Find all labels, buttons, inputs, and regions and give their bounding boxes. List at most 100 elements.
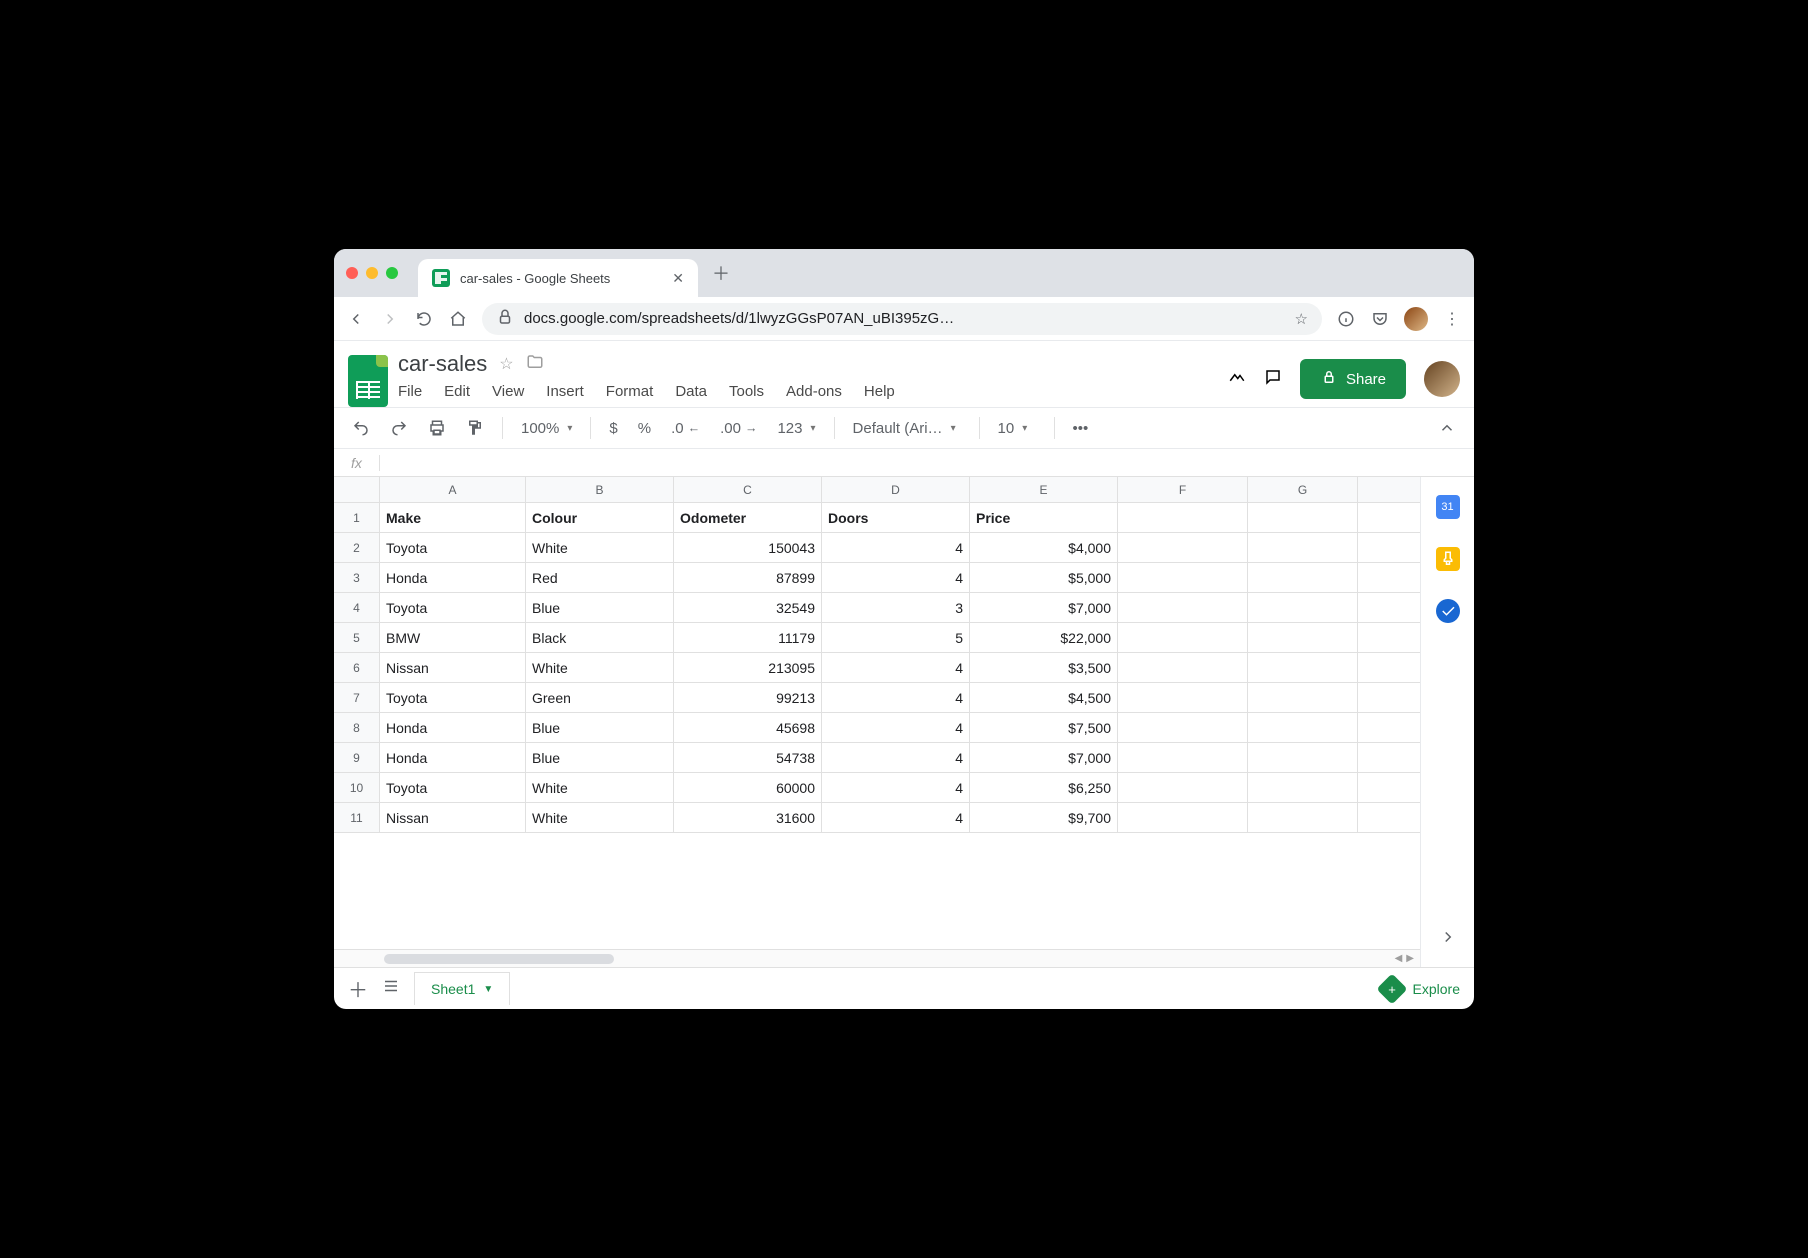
cell[interactable]: Blue [526, 743, 674, 772]
row-header[interactable]: 1 [334, 503, 380, 532]
cell[interactable] [1248, 683, 1358, 712]
star-doc-icon[interactable]: ☆ [499, 354, 513, 374]
profile-avatar[interactable] [1404, 307, 1428, 331]
cell[interactable]: 5 [822, 623, 970, 652]
cell[interactable]: BMW [380, 623, 526, 652]
col-header-d[interactable]: D [822, 477, 970, 502]
reload-button[interactable] [414, 309, 434, 329]
cell[interactable]: Price [970, 503, 1118, 532]
activity-icon[interactable] [1228, 368, 1246, 391]
cell[interactable]: Green [526, 683, 674, 712]
cell[interactable]: 4 [822, 743, 970, 772]
cell[interactable]: 4 [822, 773, 970, 802]
menu-tools[interactable]: Tools [729, 383, 764, 400]
print-button[interactable] [422, 415, 452, 441]
more-toolbar-button[interactable]: ••• [1067, 416, 1095, 441]
scrollbar-thumb[interactable] [384, 954, 614, 964]
cell[interactable]: Colour [526, 503, 674, 532]
row-header[interactable]: 11 [334, 803, 380, 832]
scroll-arrows[interactable]: ◀▶ [1395, 953, 1420, 964]
col-header-b[interactable]: B [526, 477, 674, 502]
pocket-icon[interactable] [1370, 309, 1390, 329]
cell[interactable]: 11179 [674, 623, 822, 652]
decrease-decimal-button[interactable]: .0← [665, 416, 706, 441]
menu-file[interactable]: File [398, 383, 422, 400]
comments-icon[interactable] [1264, 368, 1282, 391]
cell[interactable] [1248, 803, 1358, 832]
home-button[interactable] [448, 309, 468, 329]
cell[interactable]: $7,000 [970, 743, 1118, 772]
forward-button[interactable] [380, 309, 400, 329]
close-tab-button[interactable]: ✕ [672, 270, 684, 287]
undo-button[interactable] [346, 415, 376, 441]
increase-decimal-button[interactable]: .00→ [714, 416, 763, 441]
cell[interactable] [1118, 653, 1248, 682]
cell[interactable]: 87899 [674, 563, 822, 592]
move-folder-icon[interactable] [526, 353, 544, 376]
add-sheet-button[interactable]: ＋ [348, 974, 368, 1003]
row-header[interactable]: 4 [334, 593, 380, 622]
share-button[interactable]: Share [1300, 359, 1406, 399]
cell[interactable]: 4 [822, 533, 970, 562]
doc-title[interactable]: car-sales [398, 351, 487, 377]
col-header-c[interactable]: C [674, 477, 822, 502]
cell[interactable]: 4 [822, 713, 970, 742]
row-header[interactable]: 2 [334, 533, 380, 562]
cell[interactable] [1118, 623, 1248, 652]
format-percent-button[interactable]: % [632, 416, 657, 441]
cell[interactable]: 60000 [674, 773, 822, 802]
row-header[interactable]: 3 [334, 563, 380, 592]
cell[interactable]: $7,500 [970, 713, 1118, 742]
cell[interactable] [1248, 503, 1358, 532]
cell[interactable]: Toyota [380, 773, 526, 802]
cell[interactable]: Doors [822, 503, 970, 532]
cell[interactable] [1118, 743, 1248, 772]
col-header-g[interactable]: G [1248, 477, 1358, 502]
row-header[interactable]: 9 [334, 743, 380, 772]
minimize-window-button[interactable] [366, 267, 378, 279]
horizontal-scrollbar[interactable]: ◀▶ [334, 949, 1420, 967]
cell[interactable]: 99213 [674, 683, 822, 712]
cell[interactable]: White [526, 803, 674, 832]
cell[interactable] [1248, 743, 1358, 772]
row-header[interactable]: 6 [334, 653, 380, 682]
cell[interactable]: Nissan [380, 803, 526, 832]
cell[interactable]: $9,700 [970, 803, 1118, 832]
cell[interactable]: Toyota [380, 533, 526, 562]
redo-button[interactable] [384, 415, 414, 441]
cell[interactable] [1118, 713, 1248, 742]
cell[interactable] [1248, 563, 1358, 592]
sheets-logo-icon[interactable] [348, 355, 388, 407]
cell[interactable] [1118, 533, 1248, 562]
close-window-button[interactable] [346, 267, 358, 279]
cell[interactable] [1118, 503, 1248, 532]
cell[interactable]: $22,000 [970, 623, 1118, 652]
zoom-selector[interactable]: 100% [515, 416, 578, 441]
cell[interactable]: White [526, 773, 674, 802]
cell[interactable]: 54738 [674, 743, 822, 772]
cell[interactable] [1248, 533, 1358, 562]
show-side-panel-button[interactable] [1439, 928, 1457, 951]
menu-format[interactable]: Format [606, 383, 654, 400]
cell[interactable]: Black [526, 623, 674, 652]
cell[interactable]: Red [526, 563, 674, 592]
row-header[interactable]: 7 [334, 683, 380, 712]
account-avatar[interactable] [1424, 361, 1460, 397]
menu-insert[interactable]: Insert [546, 383, 584, 400]
cell[interactable]: Blue [526, 713, 674, 742]
col-header-e[interactable]: E [970, 477, 1118, 502]
cell[interactable] [1248, 773, 1358, 802]
cell[interactable]: Toyota [380, 683, 526, 712]
new-tab-button[interactable]: ＋ [712, 260, 730, 286]
cell[interactable]: 4 [822, 803, 970, 832]
collapse-toolbar-button[interactable] [1432, 415, 1462, 441]
cell[interactable]: 213095 [674, 653, 822, 682]
format-currency-button[interactable]: $ [603, 416, 623, 441]
cell[interactable] [1118, 773, 1248, 802]
back-button[interactable] [346, 309, 366, 329]
menu-help[interactable]: Help [864, 383, 895, 400]
cell[interactable] [1248, 653, 1358, 682]
more-formats-button[interactable]: 123 [771, 416, 821, 441]
row-header[interactable]: 5 [334, 623, 380, 652]
all-sheets-button[interactable] [382, 977, 400, 1000]
